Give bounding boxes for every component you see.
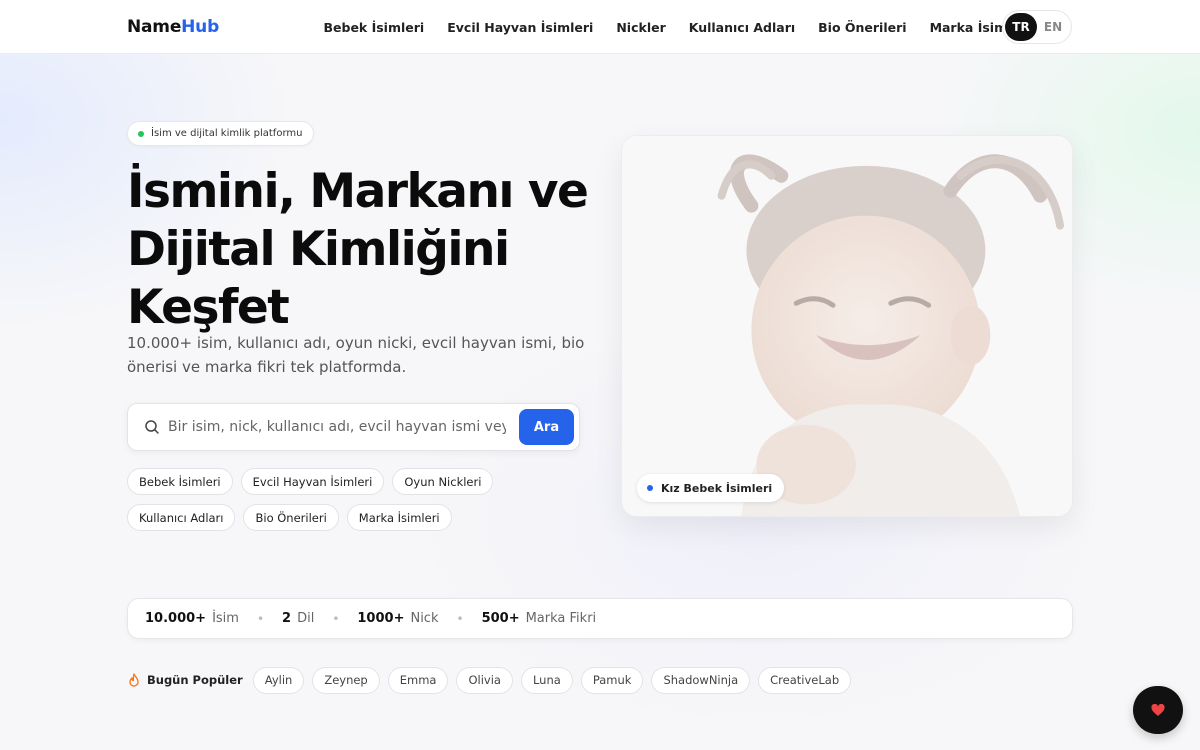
nav-bio-suggestions[interactable]: Bio Önerileri xyxy=(818,20,906,35)
category-chips: Bebek İsimleri Evcil Hayvan İsimleri Oyu… xyxy=(127,468,597,540)
chip-brand-names[interactable]: Marka İsimleri xyxy=(346,504,452,531)
popular-today: Bugün Popüler Aylin Zeynep Emma Olivia L… xyxy=(127,666,859,694)
logo-text-name: Name xyxy=(127,17,182,37)
hero-title: İsmini, Markanı ve Dijital Kimliğini Keş… xyxy=(127,164,589,335)
chip-bio-suggestions[interactable]: Bio Önerileri xyxy=(243,504,339,531)
hero-image-card[interactable]: Kız Bebek İsimleri xyxy=(621,135,1073,517)
language-switcher: TR EN xyxy=(1002,10,1072,44)
logo[interactable]: NameHub xyxy=(127,17,219,37)
popular-chip[interactable]: Pamuk xyxy=(580,666,644,694)
popular-chip[interactable]: ShadowNinja xyxy=(651,666,751,694)
popular-chip[interactable]: Olivia xyxy=(456,666,513,694)
stat-names: 10.000+ İsim xyxy=(145,611,239,626)
stat-label: Dil xyxy=(297,611,315,626)
label-dot xyxy=(647,485,653,491)
stat-number: 10.000+ xyxy=(145,611,207,626)
stat-label: Marka Fikri xyxy=(525,611,597,626)
search-button[interactable]: Ara xyxy=(519,409,574,445)
search-input[interactable] xyxy=(168,419,506,435)
heart-icon xyxy=(1151,703,1165,716)
stat-number: 1000+ xyxy=(357,611,405,626)
stats-bar: 10.000+ İsim • 2 Dil • 1000+ Nick • 500+… xyxy=(127,598,1073,639)
separator-dot: • xyxy=(332,611,340,626)
nav-nicks[interactable]: Nickler xyxy=(616,20,665,35)
chip-game-nicks[interactable]: Oyun Nickleri xyxy=(392,468,494,495)
fire-icon xyxy=(129,673,139,687)
separator-dot: • xyxy=(456,611,464,626)
separator-dot: • xyxy=(256,611,265,626)
search-icon xyxy=(145,420,159,434)
lang-en-button[interactable]: EN xyxy=(1037,13,1069,41)
status-dot xyxy=(138,130,144,137)
popular-label: Bugün Popüler xyxy=(147,673,243,687)
popular-chip[interactable]: Luna xyxy=(520,666,573,694)
nav-pet-names[interactable]: Evcil Hayvan İsimleri xyxy=(447,20,593,35)
hero-tag: İsim ve dijital kimlik platformu xyxy=(127,121,315,146)
popular-chip[interactable]: Aylin xyxy=(252,666,305,694)
stat-languages: 2 Dil xyxy=(282,611,314,626)
stat-number: 500+ xyxy=(481,611,520,626)
stat-brand-ideas: 500+ Marka Fikri xyxy=(482,611,597,626)
favorites-fab-button[interactable] xyxy=(1133,686,1183,734)
lang-tr-button[interactable]: TR xyxy=(1005,13,1037,41)
site-header: NameHub Bebek İsimleri Evcil Hayvan İsim… xyxy=(0,0,1200,54)
hero-tag-text: İsim ve dijital kimlik platformu xyxy=(151,128,303,139)
popular-chip[interactable]: Emma xyxy=(387,666,449,694)
logo-text-hub: Hub xyxy=(181,17,220,37)
search-bar: Ara xyxy=(127,403,580,451)
stat-label: İsim xyxy=(212,611,239,626)
popular-chip[interactable]: CreativeLab xyxy=(758,666,852,694)
stat-number: 2 xyxy=(282,611,292,626)
nav-baby-names[interactable]: Bebek İsimleri xyxy=(324,20,425,35)
hero-subtitle: 10.000+ isim, kullanıcı adı, oyun nicki,… xyxy=(127,334,585,376)
nav-usernames[interactable]: Kullanıcı Adları xyxy=(689,20,795,35)
chip-usernames[interactable]: Kullanıcı Adları xyxy=(127,504,236,531)
stat-label: Nick xyxy=(410,611,439,626)
chip-pet-names[interactable]: Evcil Hayvan İsimleri xyxy=(240,468,385,495)
stat-nicks: 1000+ Nick xyxy=(357,611,438,626)
hero-card-label-text: Kız Bebek İsimleri xyxy=(661,481,773,495)
main-nav: Bebek İsimleri Evcil Hayvan İsimleri Nic… xyxy=(312,0,1042,54)
chip-baby-names[interactable]: Bebek İsimleri xyxy=(127,468,233,495)
smiling-baby-girl-photo xyxy=(622,136,1072,516)
popular-chip[interactable]: Zeynep xyxy=(312,666,380,694)
hero-card-label[interactable]: Kız Bebek İsimleri xyxy=(637,474,785,502)
